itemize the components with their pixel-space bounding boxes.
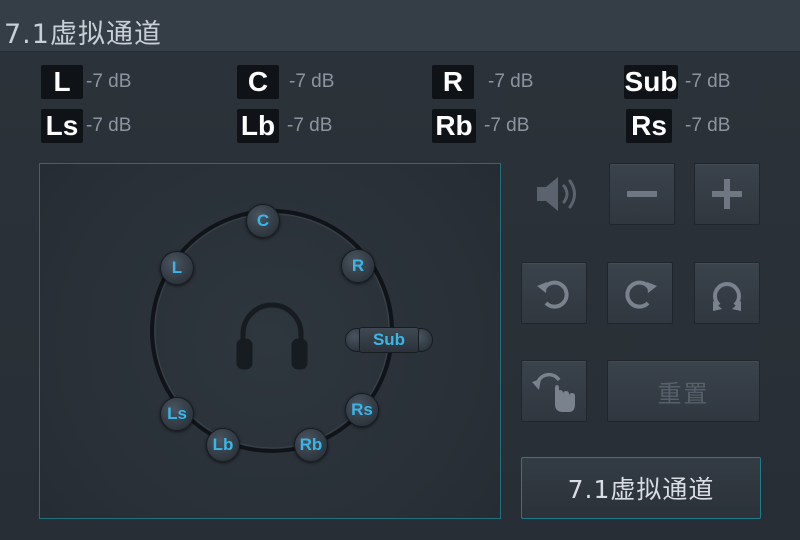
volume-up-button[interactable] — [694, 163, 760, 225]
channel-value-Lb: -7 dB — [287, 115, 333, 136]
rotate-right-button[interactable] — [607, 262, 673, 324]
speaker-Lb[interactable]: Lb — [206, 428, 240, 462]
virtual-7-1-button[interactable]: 7.1虚拟通道 — [521, 457, 761, 519]
channel-value-L: -7 dB — [86, 71, 132, 92]
channel-levels: L -7 dB C -7 dB R -7 dB Sub -7 dB Ls -7 … — [0, 65, 800, 145]
speaker-C[interactable]: C — [246, 204, 280, 238]
hand-drag-icon — [532, 372, 575, 412]
channel-tag-R: R — [432, 65, 474, 99]
sub-label: Sub — [359, 327, 419, 353]
speaker-Rb[interactable]: Rb — [294, 428, 328, 462]
speaker-stage[interactable]: C L R Sub Ls Lb Rb Rs — [39, 163, 501, 519]
plus-icon — [712, 179, 742, 209]
rotate-right-icon — [625, 280, 657, 309]
channel-value-Rs: -7 dB — [685, 115, 731, 136]
window-title: 7.1虚拟通道 — [4, 19, 162, 50]
speaker-Rs[interactable]: Rs — [345, 393, 379, 427]
minus-icon — [627, 191, 657, 197]
channel-value-R: -7 dB — [488, 71, 534, 92]
channel-tag-Lb: Lb — [237, 109, 279, 143]
channel-tag-L: L — [41, 65, 83, 99]
channel-value-Ls: -7 dB — [86, 115, 132, 136]
channel-tag-Sub: Sub — [624, 65, 678, 99]
rotate-loop-icon — [713, 282, 741, 311]
reset-button-label: 重置 — [657, 379, 710, 408]
speaker-Sub[interactable]: Sub — [345, 327, 433, 353]
channel-tag-Ls: Ls — [41, 109, 83, 143]
rotate-left-button[interactable] — [521, 262, 587, 324]
speaker-volume-icon — [533, 172, 585, 216]
channel-value-C: -7 dB — [289, 71, 335, 92]
speaker-L[interactable]: L — [160, 251, 194, 285]
speaker-Ls[interactable]: Ls — [160, 397, 194, 431]
channel-value-Rb: -7 dB — [484, 115, 530, 136]
channel-tag-Rs: Rs — [626, 109, 672, 143]
channel-tag-C: C — [237, 65, 279, 99]
channel-value-Sub: -7 dB — [685, 71, 731, 92]
headphones-icon — [236, 302, 308, 370]
rotate-loop-button[interactable] — [694, 262, 760, 324]
volume-down-button[interactable] — [609, 163, 675, 225]
channel-tag-Rb: Rb — [432, 109, 476, 143]
drag-rotate-button[interactable] — [521, 360, 587, 422]
title-bar: 7.1虚拟通道 — [0, 0, 800, 52]
reset-button[interactable]: 重置 — [607, 360, 760, 422]
rotate-left-icon — [537, 280, 569, 309]
speaker-R[interactable]: R — [341, 249, 375, 283]
